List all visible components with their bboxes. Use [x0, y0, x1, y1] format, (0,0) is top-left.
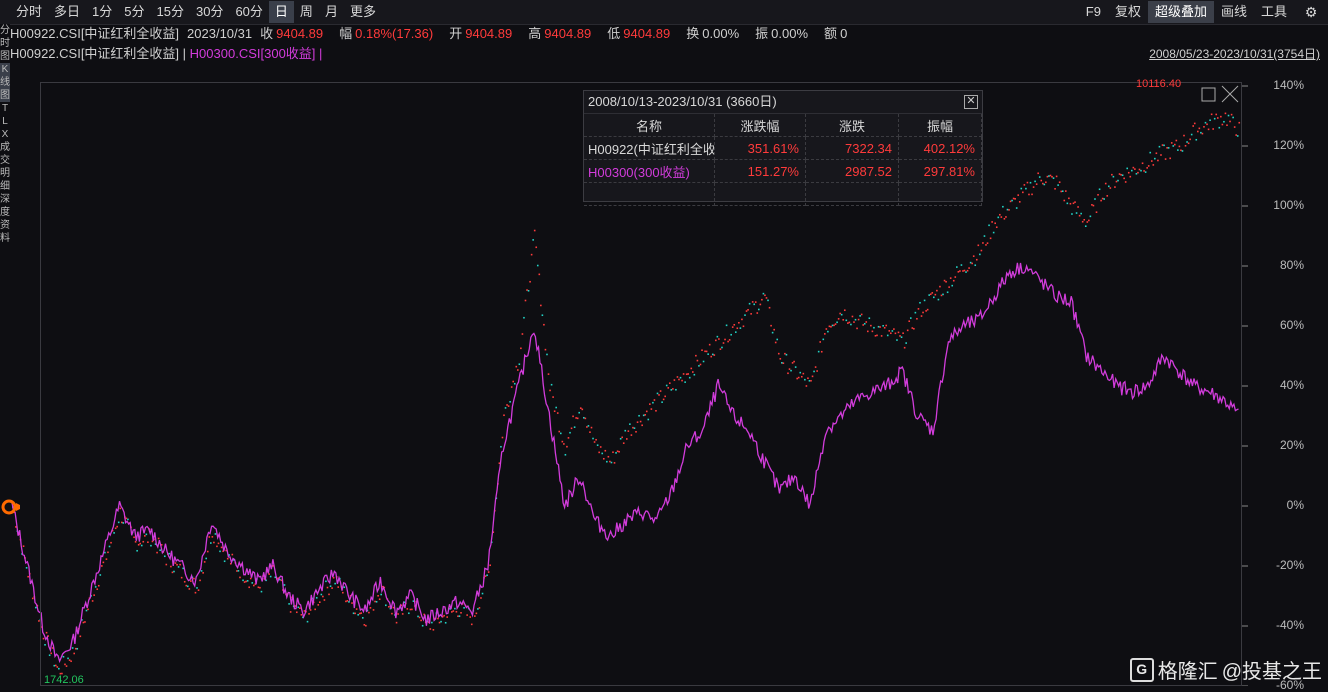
min-label: 1742.06	[44, 674, 84, 686]
row-pct: 151.27%	[714, 159, 806, 183]
row-amp: 297.81%	[898, 159, 982, 183]
row-amp: 402.12%	[898, 136, 982, 160]
col-pct: 涨跌幅	[714, 114, 806, 137]
popup-table: 名称 涨跌幅 涨跌 振幅 H00922(中证红利全收 351.61% 7322.…	[584, 114, 982, 206]
y-tick-label: -20%	[1275, 558, 1304, 572]
orange-marker-icon[interactable]	[0, 498, 20, 516]
row-pct: 351.61%	[714, 136, 806, 160]
range-stats-popup: 2008/10/13-2023/10/31 (3660日) ✕ 名称 涨跌幅 涨…	[583, 90, 983, 206]
row-chg: 2987.52	[805, 159, 899, 183]
y-tick-label: 120%	[1273, 138, 1304, 152]
series1-point	[31, 597, 34, 600]
y-tick-label: 0%	[1286, 498, 1304, 512]
watermark-handle: @投基之王	[1221, 661, 1322, 683]
watermark-brand: 格隆汇	[1157, 661, 1218, 683]
series1-point	[25, 567, 28, 569]
popup-title: 2008/10/13-2023/10/31 (3660日)	[588, 94, 777, 109]
col-amp: 振幅	[898, 114, 982, 137]
g-logo-icon: G	[1129, 657, 1154, 682]
col-name: 名称	[584, 114, 715, 137]
y-axis: 140% 120% 100% 80% 60% 40% 20% 0% -20% -40% -60%	[1246, 0, 1326, 692]
table-row[interactable]: H00300(300收益) 151.27% 2987.52 297.81%	[584, 159, 982, 183]
y-tick-label: 40%	[1279, 378, 1304, 392]
y-tick-label: 60%	[1279, 318, 1304, 332]
watermark: G 格隆汇 @投基之王	[1129, 655, 1322, 684]
close-icon[interactable]: ✕	[964, 95, 978, 109]
max-label: 10116.40	[1136, 78, 1182, 90]
y-tick-label: 20%	[1279, 438, 1304, 452]
chart-window-buttons	[1200, 84, 1240, 107]
y-tick-label: 80%	[1279, 258, 1304, 272]
table-row[interactable]: H00922(中证红利全收 351.61% 7322.34 402.12%	[584, 136, 982, 160]
row-chg: 7322.34	[805, 136, 899, 160]
series1-point	[35, 606, 37, 609]
row-name: H00922(中证红利全收	[584, 136, 715, 160]
col-chg: 涨跌	[805, 114, 899, 137]
series1-point	[27, 575, 29, 578]
row-name: H00300(300收益)	[584, 159, 715, 183]
y-tick-label: 140%	[1273, 78, 1304, 92]
y-tick-label: -40%	[1275, 618, 1304, 632]
y-tick-label: 100%	[1273, 198, 1304, 212]
restore-icon[interactable]	[1201, 87, 1216, 102]
series1-point	[22, 545, 25, 547]
